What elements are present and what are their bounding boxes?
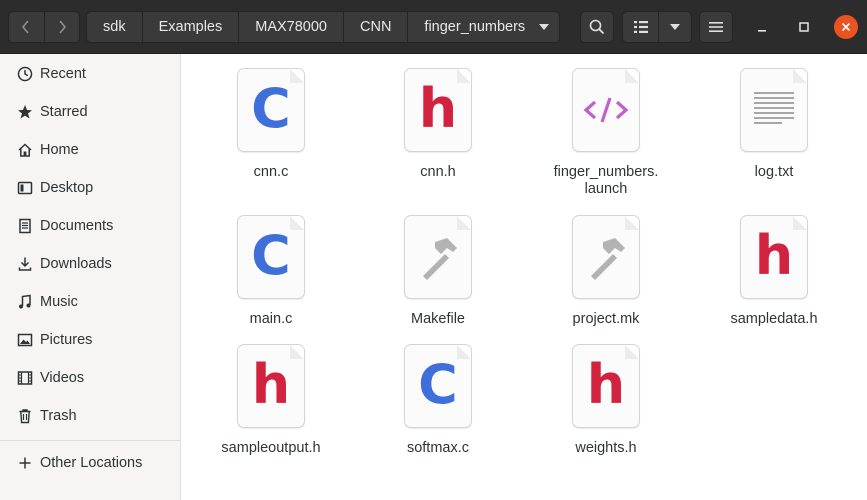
c-header-icon: h xyxy=(237,344,305,428)
maximize-button[interactable] xyxy=(792,15,816,39)
minimize-icon xyxy=(758,30,766,32)
search-icon xyxy=(589,19,605,35)
sidebar-item-documents[interactable]: Documents xyxy=(0,209,180,243)
sidebar-item-label: Desktop xyxy=(40,180,94,196)
history-nav xyxy=(8,11,80,43)
sidebar-item-label: Videos xyxy=(40,370,85,386)
breadcrumb-item-max78000[interactable]: MAX78000 xyxy=(238,12,343,42)
file-name: sampleoutput.h xyxy=(221,440,321,456)
plus-icon xyxy=(14,453,36,473)
hamburger-icon xyxy=(709,22,723,32)
hammer-icon xyxy=(404,215,472,299)
menu-button[interactable] xyxy=(699,11,733,43)
file-name: cnn.c xyxy=(253,164,289,180)
c-source-icon: C xyxy=(237,215,305,299)
view-toggle-group xyxy=(622,11,692,43)
sidebar-item-videos[interactable]: Videos xyxy=(0,361,180,395)
sidebar: Recent Starred Home Desktop Documents Do… xyxy=(0,54,181,500)
file-name: sampledata.h xyxy=(730,311,818,327)
sidebar-item-other-locations[interactable]: Other Locations xyxy=(0,446,180,480)
file-name: weights.h xyxy=(575,440,637,456)
home-icon xyxy=(14,140,36,160)
clock-icon xyxy=(14,64,36,84)
sidebar-item-downloads[interactable]: Downloads xyxy=(0,247,180,281)
file-item[interactable]: h weights.h xyxy=(531,330,681,457)
caret-down-icon xyxy=(539,24,550,30)
file-name: softmax.c xyxy=(406,440,470,456)
file-name: log.txt xyxy=(754,164,794,180)
file-name: cnn.h xyxy=(420,164,456,180)
sidebar-item-label: Trash xyxy=(40,408,77,424)
star-icon xyxy=(14,102,36,122)
xml-code-icon xyxy=(572,68,640,152)
header-bar: sdk Examples MAX78000 CNN finger_numbers xyxy=(0,0,867,54)
sidebar-item-label: Recent xyxy=(40,66,86,82)
videos-icon xyxy=(14,368,36,388)
file-item[interactable]: finger_numbers. launch xyxy=(531,54,681,198)
close-icon xyxy=(841,22,851,32)
sidebar-item-label: Music xyxy=(40,294,78,310)
c-header-icon: h xyxy=(740,215,808,299)
sidebar-item-starred[interactable]: Starred xyxy=(0,95,180,129)
maximize-icon xyxy=(799,22,809,32)
file-item[interactable]: h sampleoutput.h xyxy=(196,330,346,457)
file-grid: C cnn.c h cnn.h finger_numbers. launch l… xyxy=(181,54,867,500)
list-view-icon xyxy=(633,21,648,33)
chevron-left-icon xyxy=(22,20,29,34)
sidebar-item-music[interactable]: Music xyxy=(0,285,180,319)
back-button[interactable] xyxy=(9,12,44,42)
file-item[interactable]: project.mk xyxy=(531,201,681,328)
chevron-right-icon xyxy=(59,20,66,34)
file-item[interactable]: h sampledata.h xyxy=(699,201,849,328)
file-item[interactable]: C cnn.c xyxy=(196,54,346,181)
file-item[interactable]: log.txt xyxy=(699,54,849,181)
sidebar-item-label: Starred xyxy=(40,104,88,120)
hammer-icon xyxy=(572,215,640,299)
caret-down-icon xyxy=(670,24,681,30)
file-item[interactable]: C softmax.c xyxy=(363,330,513,457)
download-icon xyxy=(14,254,36,274)
documents-icon xyxy=(14,216,36,236)
file-name: project.mk xyxy=(572,311,640,327)
sidebar-item-label: Documents xyxy=(40,218,114,234)
breadcrumb-current-label: finger_numbers xyxy=(424,19,526,35)
search-button[interactable] xyxy=(580,11,614,43)
breadcrumb-item-sdk[interactable]: sdk xyxy=(87,12,142,42)
breadcrumb: sdk Examples MAX78000 CNN finger_numbers xyxy=(86,11,561,43)
sidebar-item-pictures[interactable]: Pictures xyxy=(0,323,180,357)
sidebar-item-label: Pictures xyxy=(40,332,93,348)
list-view-button[interactable] xyxy=(623,12,660,42)
breadcrumb-item-examples[interactable]: Examples xyxy=(141,12,239,42)
sidebar-item-label: Home xyxy=(40,142,79,158)
minimize-button[interactable] xyxy=(750,15,774,39)
sidebar-item-desktop[interactable]: Desktop xyxy=(0,171,180,205)
file-item[interactable]: C main.c xyxy=(196,201,346,328)
file-item[interactable]: Makefile xyxy=(363,201,513,328)
pictures-icon xyxy=(14,330,36,350)
sidebar-item-recent[interactable]: Recent xyxy=(0,57,180,91)
sidebar-item-label: Downloads xyxy=(40,256,112,272)
sidebar-item-trash[interactable]: Trash xyxy=(0,399,180,433)
breadcrumb-item-current[interactable]: finger_numbers xyxy=(407,12,559,42)
text-file-icon xyxy=(740,68,808,152)
view-options-button[interactable] xyxy=(659,12,691,42)
close-button[interactable] xyxy=(834,15,858,39)
file-name: finger_numbers. launch xyxy=(553,164,659,197)
file-item[interactable]: h cnn.h xyxy=(363,54,513,181)
c-source-icon: C xyxy=(237,68,305,152)
c-header-icon: h xyxy=(404,68,472,152)
sidebar-item-label: Other Locations xyxy=(40,455,143,471)
trash-icon xyxy=(14,406,36,426)
forward-button[interactable] xyxy=(43,12,80,42)
c-source-icon: C xyxy=(404,344,472,428)
desktop-icon xyxy=(14,178,36,198)
sidebar-divider xyxy=(0,440,180,441)
music-icon xyxy=(14,292,36,312)
breadcrumb-item-cnn[interactable]: CNN xyxy=(343,12,407,42)
file-name: main.c xyxy=(249,311,293,327)
sidebar-item-home[interactable]: Home xyxy=(0,133,180,167)
c-header-icon: h xyxy=(572,344,640,428)
file-name: Makefile xyxy=(411,311,465,327)
